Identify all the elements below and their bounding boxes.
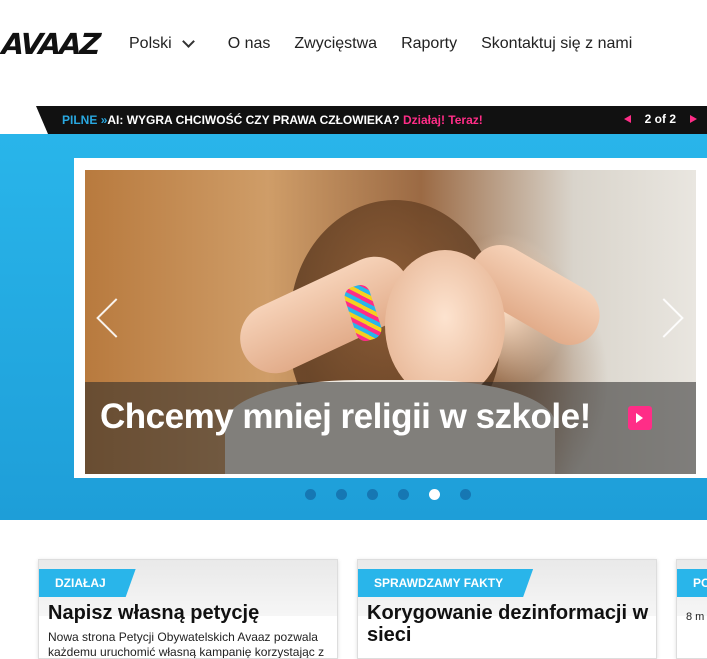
card-partial[interactable]: PO 8 m [676, 559, 707, 659]
card-title[interactable]: Napisz własną petycję [48, 602, 259, 624]
hero-photo-shape [385, 250, 505, 400]
card-tag: DZIAŁAJ [38, 569, 136, 597]
ticker-pagination: 2 of 2 [623, 112, 697, 126]
ticker-headline: AI: WYGRA CHCIWOŚĆ CZY PRAWA CZŁOWIEKA? [107, 113, 400, 127]
carousel-dot[interactable] [398, 489, 409, 500]
nav-contact-link[interactable]: Skontaktuj się z nami [481, 35, 632, 53]
nav-victories-link[interactable]: Zwycięstwa [294, 35, 377, 53]
nav-about-link[interactable]: O nas [228, 35, 271, 53]
card-tag: SPRAWDZAMY FAKTY [357, 569, 533, 597]
carousel-dot[interactable] [336, 489, 347, 500]
carousel-next-icon[interactable] [656, 292, 686, 342]
nav-reports-link[interactable]: Raporty [401, 35, 457, 53]
hero-image[interactable]: Chcemy mniej religii w szkole! [85, 170, 696, 474]
hero-frame: Chcemy mniej religii w szkole! [74, 158, 707, 478]
language-selector[interactable]: Polski [129, 35, 195, 53]
card-description: 8 m [686, 611, 705, 623]
carousel-dot[interactable] [429, 489, 440, 500]
hero-caption[interactable]: Chcemy mniej religii w szkole! [100, 397, 591, 437]
ticker-next-icon[interactable] [690, 115, 697, 123]
card-title[interactable]: Korygowanie dezinformacji w sieci [367, 602, 656, 646]
ticker-prev-icon[interactable] [623, 115, 631, 123]
ticker-text[interactable]: PILNE »AI: WYGRA CHCIWOŚĆ CZY PRAWA CZŁO… [62, 113, 483, 127]
hero-carousel: Chcemy mniej religii w szkole! [0, 134, 707, 520]
card-tag: PO [676, 569, 707, 597]
main-nav: Polski O nas Zwycięstwa Raporty Skontakt… [129, 35, 656, 53]
chevron-down-icon [181, 35, 195, 48]
card-fact-check[interactable]: SPRAWDZAMY FAKTY Korygowanie dezinformac… [357, 559, 657, 659]
ticker-cta[interactable]: Działaj! Teraz! [403, 113, 483, 127]
carousel-dots [305, 489, 491, 500]
card-description: Nowa strona Petycji Obywatelskich Avaaz … [48, 630, 325, 659]
carousel-dot[interactable] [367, 489, 378, 500]
hero-go-button[interactable] [628, 406, 652, 430]
avaaz-logo[interactable]: AVAAZ [1, 27, 100, 61]
language-label: Polski [129, 35, 172, 52]
carousel-dot[interactable] [305, 489, 316, 500]
hero-caption-band: Chcemy mniej religii w szkole! [85, 382, 696, 474]
card-act[interactable]: DZIAŁAJ Napisz własną petycję Nowa stron… [38, 559, 338, 659]
site-header: AVAAZ Polski O nas Zwycięstwa Raporty Sk… [0, 0, 707, 90]
urgent-ticker: PILNE »AI: WYGRA CHCIWOŚĆ CZY PRAWA CZŁO… [36, 106, 707, 134]
carousel-dot[interactable] [460, 489, 471, 500]
ticker-label: PILNE [62, 113, 98, 127]
carousel-prev-icon[interactable] [92, 292, 122, 342]
ticker-counter: 2 of 2 [644, 112, 676, 126]
